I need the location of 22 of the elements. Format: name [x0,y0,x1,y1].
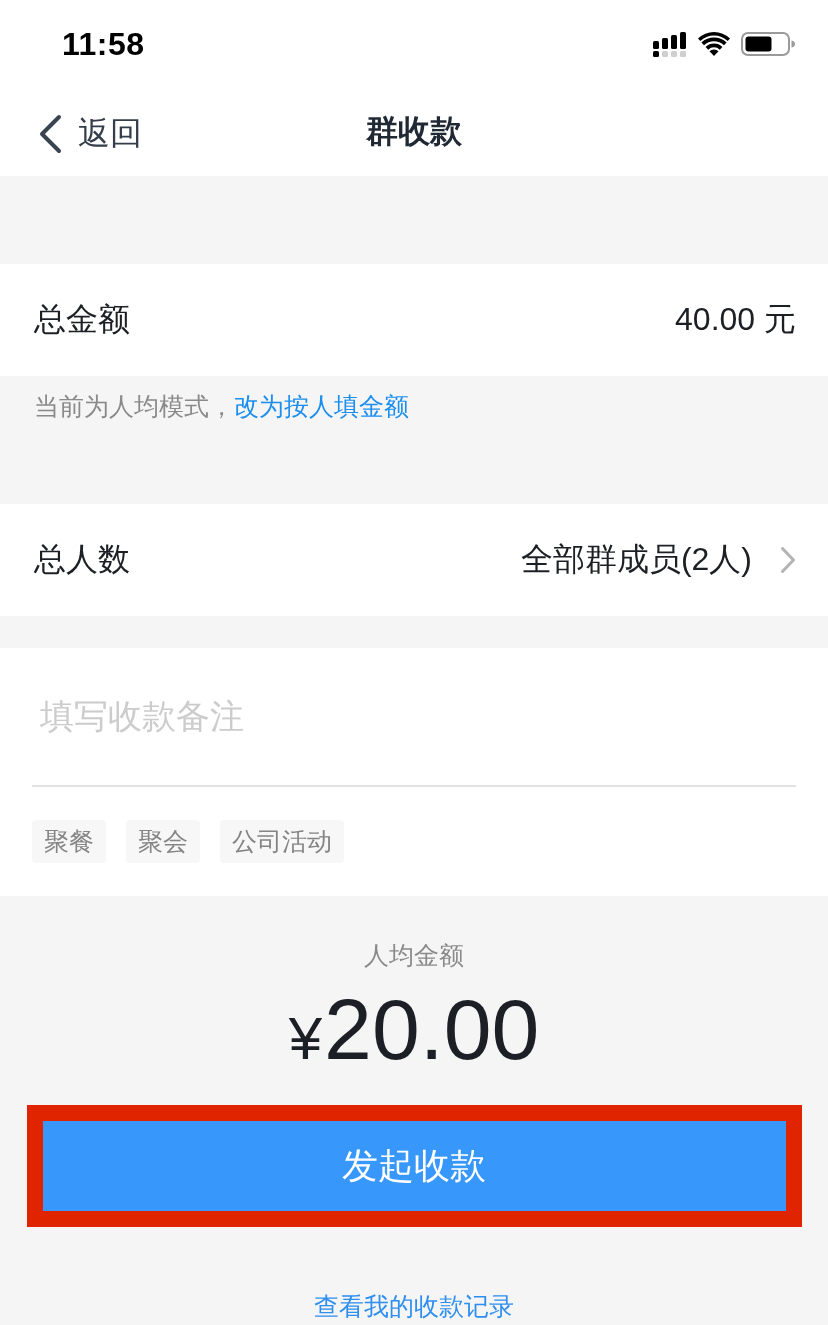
total-amount-label: 总金额 [34,300,130,339]
battery-icon [741,32,795,56]
total-people-label: 总人数 [34,540,130,579]
start-collection-button[interactable]: 发起收款 [42,1121,786,1211]
total-people-value: 全部群成员(2人) [520,540,752,579]
chevron-left-icon [38,114,62,154]
total-people-row[interactable]: 总人数 全部群成员(2人) [0,504,828,616]
view-records-link[interactable]: 查看我的收款记录 [314,1291,514,1321]
wifi-icon [698,32,730,56]
note-tag-chip[interactable]: 公司活动 [220,820,344,863]
note-tag-chip[interactable]: 聚会 [126,820,200,863]
total-amount-value: 40.00 元 [675,300,796,339]
status-time: 11:58 [62,25,145,63]
note-tag-chip[interactable]: 聚餐 [32,820,106,863]
per-person-amount: ¥20.00 [288,981,540,1077]
switch-mode-link[interactable]: 改为按人填金额 [234,392,409,420]
mode-hint-text: 当前为人均模式， [34,392,234,420]
per-person-label: 人均金额 [364,940,464,971]
chevron-right-icon [780,546,796,574]
back-button[interactable]: 返回 [38,112,142,156]
signal-icon [653,31,687,57]
page-title: 群收款 [366,112,462,151]
